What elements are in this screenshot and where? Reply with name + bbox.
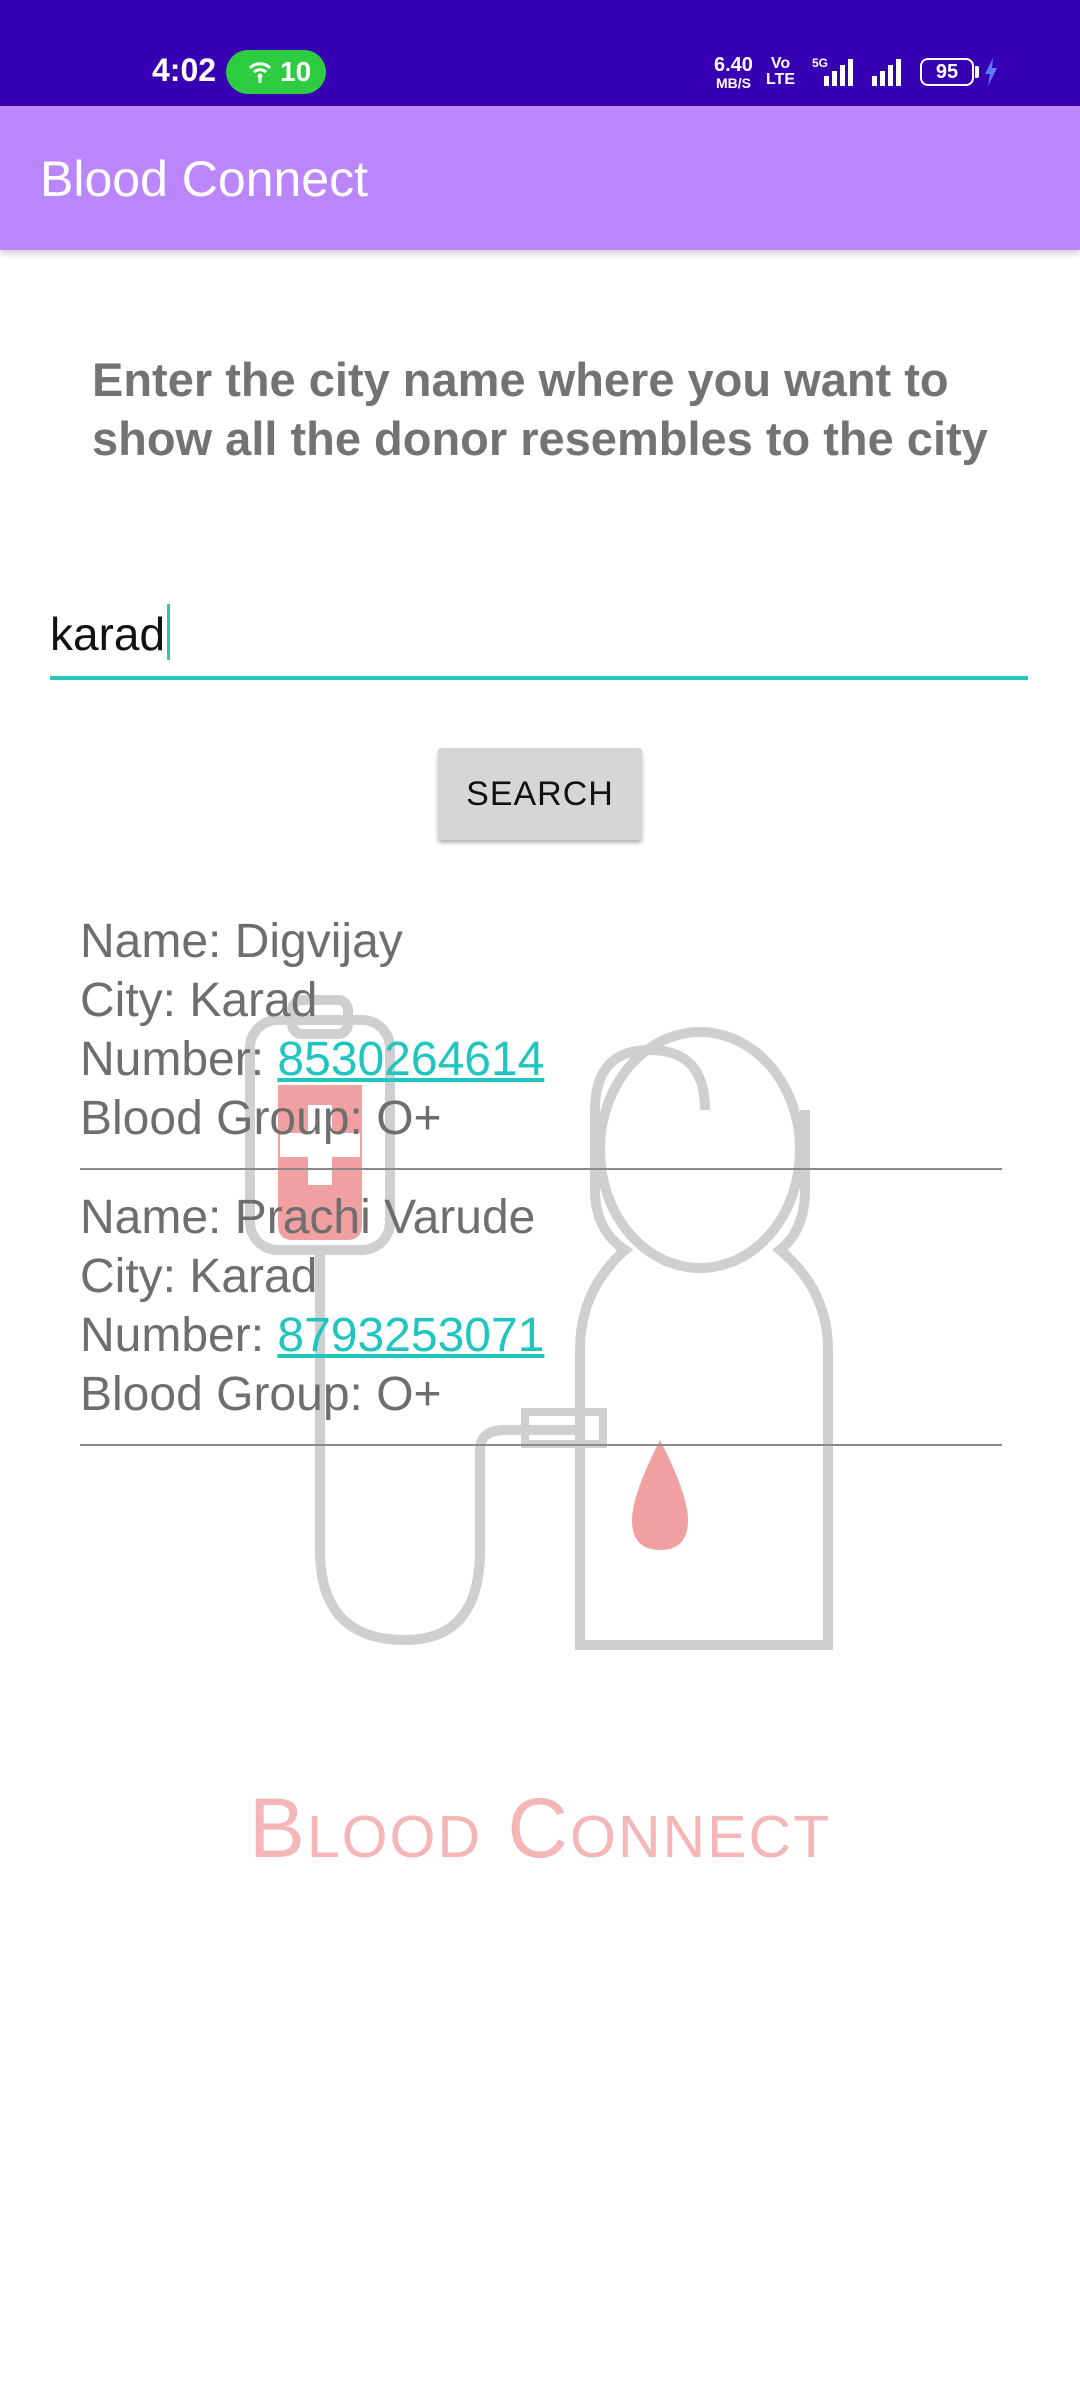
instruction-text: Enter the city name where you want to sh… — [92, 353, 988, 465]
donor-number-label: Number: — [80, 1309, 278, 1362]
volte-top: Vo — [770, 55, 791, 72]
network-speed: 6.40 MB/S — [714, 54, 753, 92]
donor-name-value: Prachi Varude — [234, 1191, 536, 1244]
volte-indicator: Vo LTE — [766, 56, 795, 88]
donor-city-label: City: — [80, 974, 190, 1027]
donor-blood-label: Blood Group: — [80, 1092, 377, 1145]
volte-bottom: LTE — [766, 71, 796, 88]
hotspot-indicator[interactable]: 10 — [226, 50, 326, 94]
donor-number-label: Number: — [80, 1033, 278, 1086]
network-type: 5G — [812, 56, 828, 70]
city-input-value: karad — [50, 604, 171, 661]
signal-strength-icon — [872, 59, 901, 86]
donor-name: Name: Digvijay — [80, 912, 1002, 971]
donor-list: Name: Digvijay City: Karad Number: 85302… — [80, 912, 1002, 1464]
hotspot-count: 10 — [280, 56, 312, 87]
network-speed-unit: MB/S — [715, 75, 751, 91]
donor-number: Number: 8793253071 — [80, 1306, 1002, 1365]
donor-blood-value: O+ — [376, 1368, 442, 1421]
donor-name: Name: Prachi Varude — [80, 1188, 1002, 1247]
text-caret — [167, 604, 171, 660]
donor-city-label: City: — [80, 1250, 190, 1303]
donor-name-label: Name: — [80, 1191, 235, 1244]
donor-phone-link[interactable]: 8793253071 — [277, 1309, 544, 1362]
search-button[interactable]: SEARCH — [438, 748, 642, 840]
donor-blood-value: O+ — [376, 1092, 442, 1145]
donor-phone-link[interactable]: 8530264614 — [277, 1033, 544, 1086]
app-bar: Blood Connect — [0, 106, 1080, 250]
donor-city: City: Karad — [80, 971, 1002, 1030]
donor-number: Number: 8530264614 — [80, 1030, 1002, 1089]
screen: 4:02 10 6.40 MB/S Vo LTE 5G 95 Blood Con… — [0, 0, 1080, 2400]
signal-5g-icon: 5G — [812, 56, 853, 86]
city-input[interactable]: karad — [50, 596, 1028, 680]
donor-city: City: Karad — [80, 1247, 1002, 1306]
list-item[interactable]: Name: Digvijay City: Karad Number: 85302… — [80, 912, 1002, 1170]
battery-icon: 95 — [920, 58, 974, 86]
donor-name-label: Name: — [80, 915, 235, 968]
donor-city-value: Karad — [189, 974, 318, 1027]
battery-tip — [975, 66, 979, 78]
watermark-text: Blood Connect — [248, 1781, 832, 1875]
donor-name-value: Digvijay — [234, 915, 403, 968]
status-bar: 4:02 10 6.40 MB/S Vo LTE 5G 95 — [0, 0, 1080, 106]
network-speed-value: 6.40 — [714, 54, 753, 76]
donor-blood-group: Blood Group: O+ — [80, 1089, 1002, 1148]
donor-blood-label: Blood Group: — [80, 1368, 377, 1421]
donor-city-value: Karad — [189, 1250, 318, 1303]
donor-blood-group: Blood Group: O+ — [80, 1365, 1002, 1424]
app-title: Blood Connect — [40, 151, 369, 207]
city-input-text: karad — [50, 608, 166, 660]
hotspot-icon — [248, 62, 272, 83]
list-item[interactable]: Name: Prachi Varude City: Karad Number: … — [80, 1188, 1002, 1446]
status-time: 4:02 — [152, 52, 217, 88]
charging-bolt-icon — [985, 58, 997, 86]
